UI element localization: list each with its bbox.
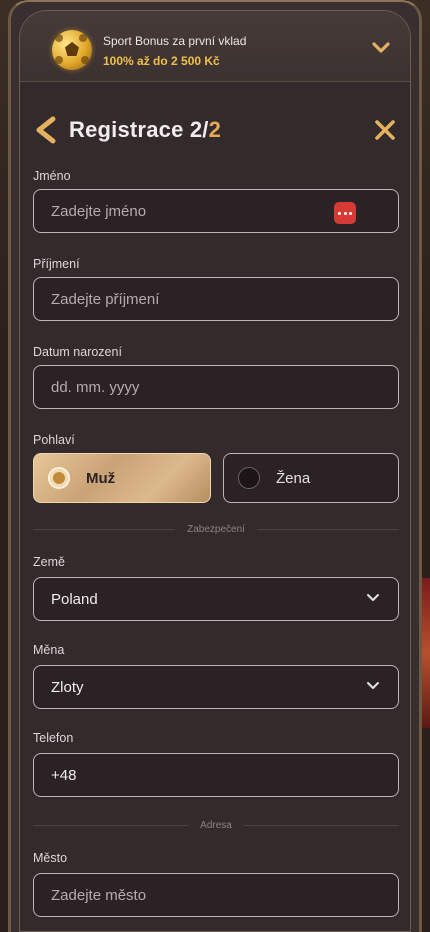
section-divider-address: Adresa xyxy=(33,818,399,832)
bonus-title: Sport Bonus za první vklad xyxy=(103,34,247,48)
birth-date-placeholder: dd. mm. yyyy xyxy=(51,378,140,396)
page-title: Registrace 2/2 xyxy=(69,117,221,143)
password-dots-icon[interactable] xyxy=(334,202,356,224)
radio-unselected-icon xyxy=(238,467,260,489)
country-select[interactable]: Poland xyxy=(33,577,399,621)
phone-label: Telefon xyxy=(33,731,74,745)
registration-modal: Sport Bonus za první vklad 100% až do 2 … xyxy=(19,10,411,932)
last-name-label: Příjmení xyxy=(33,257,80,271)
last-name-placeholder: Zadejte příjmení xyxy=(51,290,160,308)
bonus-banner[interactable]: Sport Bonus za první vklad 100% až do 2 … xyxy=(20,11,410,82)
first-name-placeholder: Zadejte jméno xyxy=(51,202,147,220)
chevron-down-icon[interactable] xyxy=(372,41,390,55)
currency-label: Měna xyxy=(33,643,65,657)
first-name-label: Jméno xyxy=(33,169,71,183)
birth-date-input[interactable]: dd. mm. yyyy xyxy=(33,365,399,409)
close-icon[interactable] xyxy=(374,119,396,141)
gender-female-label: Žena xyxy=(276,469,311,487)
first-name-input[interactable]: Zadejte jméno xyxy=(33,189,399,233)
chevron-down-icon xyxy=(367,682,379,689)
title-text: Registrace 2/ xyxy=(69,117,209,142)
soccer-ball-icon xyxy=(52,30,92,70)
gender-male-label: Muž xyxy=(86,469,116,487)
country-label: Země xyxy=(33,555,65,569)
country-value: Poland xyxy=(51,590,98,608)
gender-option-female[interactable]: Žena xyxy=(223,453,399,503)
bonus-subtitle: 100% až do 2 500 Kč xyxy=(103,54,220,68)
radio-selected-icon xyxy=(48,467,70,489)
gender-label: Pohlaví xyxy=(33,433,75,447)
city-input[interactable]: Zadejte město xyxy=(33,873,399,917)
currency-select[interactable]: Zloty xyxy=(33,665,399,709)
chevron-down-icon xyxy=(367,594,379,601)
section-divider-security: Zabezpečení xyxy=(33,522,399,536)
currency-value: Zloty xyxy=(51,678,84,696)
birth-date-label: Datum narození xyxy=(33,345,122,359)
phone-input[interactable]: +48 xyxy=(33,753,399,797)
back-arrow-icon[interactable] xyxy=(34,116,58,144)
section-security-label: Zabezpečení xyxy=(187,523,245,535)
last-name-input[interactable]: Zadejte příjmení xyxy=(33,277,399,321)
city-placeholder: Zadejte město xyxy=(51,886,147,904)
title-step-total: 2 xyxy=(208,117,222,142)
city-label: Město xyxy=(33,851,68,865)
section-address-label: Adresa xyxy=(200,819,232,831)
phone-value: +48 xyxy=(51,766,77,784)
gender-option-male[interactable]: Muž xyxy=(33,453,211,503)
